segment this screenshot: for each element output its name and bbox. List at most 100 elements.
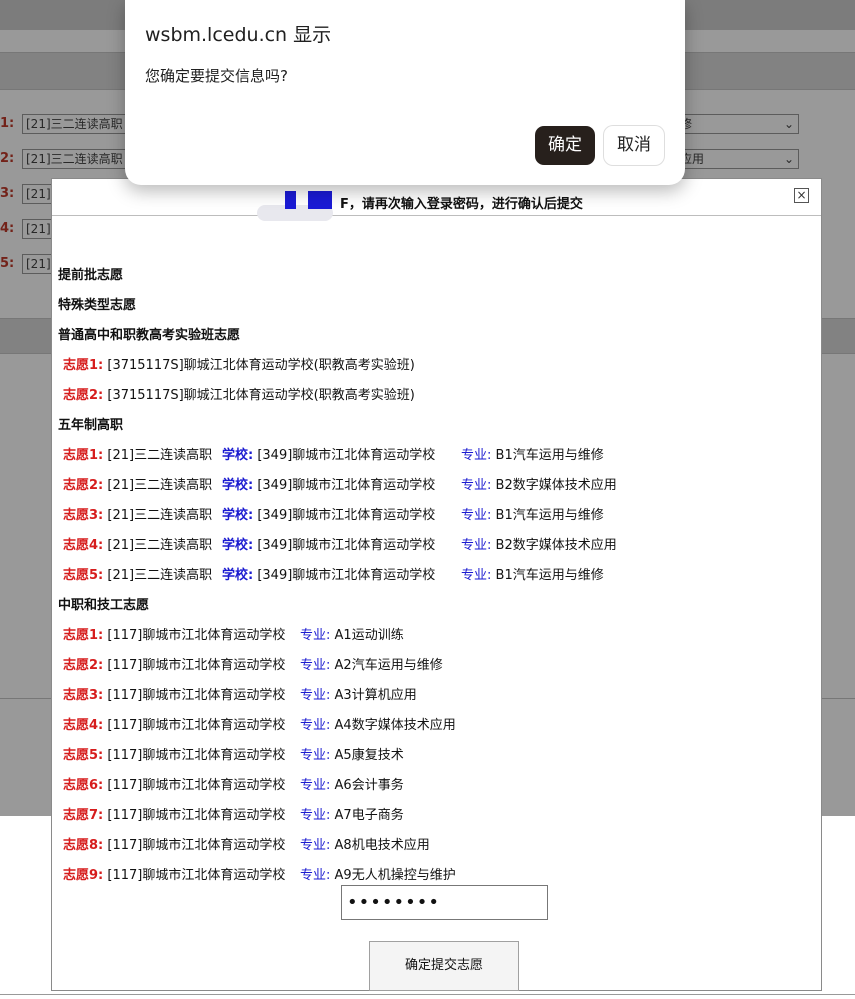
choice-school: [117]聊城市江北体育运动学校 (107, 868, 286, 883)
choice-label: 志愿3: (63, 508, 104, 523)
choice-school: [117]聊城市江北体育运动学校 (107, 688, 286, 703)
choice-label: 志愿5: (63, 568, 104, 583)
list-item: 志愿4: [21]三二连读高职 学校: [349]聊城市江北体育运动学校 专业:… (63, 534, 617, 553)
choice-school: [117]聊城市江北体育运动学校 (107, 628, 286, 643)
submit-choices-button[interactable]: 确定提交志愿 (369, 941, 519, 991)
choice-major: A5康复技术 (334, 748, 404, 763)
choice-major: B1汽车运用与维修 (495, 448, 604, 463)
choice-school: [117]聊城市江北体育运动学校 (107, 718, 286, 733)
choice-label: 志愿2: (63, 388, 104, 403)
choice-major: A3计算机应用 (334, 688, 417, 703)
password-field[interactable]: •••••••• (341, 885, 548, 920)
page-bottom-border (0, 994, 855, 995)
list-item: 志愿3: [21]三二连读高职 学校: [349]聊城市江北体育运动学校 专业:… (63, 504, 604, 523)
choice-school: [349]聊城市江北体育运动学校 (257, 538, 436, 553)
list-item: 志愿3: [117]聊城市江北体育运动学校 专业: A3计算机应用 (63, 684, 417, 703)
section-title-early: 提前批志愿 (58, 268, 124, 283)
choice-school: [117]聊城市江北体育运动学校 (107, 808, 286, 823)
list-item: 志愿2: [117]聊城市江北体育运动学校 专业: A2汽车运用与维修 (63, 654, 443, 673)
choice-major: A4数字媒体技术应用 (334, 718, 456, 733)
confirm-panel: F，请再次输入登录密码，进行确认后提交 × 提前批志愿 特殊类型志愿 普通高中和… (51, 178, 822, 991)
list-item: 志愿1: [117]聊城市江北体育运动学校 专业: A1运动训练 (63, 624, 404, 643)
choice-school: [117]聊城市江北体育运动学校 (107, 748, 286, 763)
panel-title: F，请再次输入登录密码，进行确认后提交 (340, 197, 583, 212)
list-item: 志愿4: [117]聊城市江北体育运动学校 专业: A4数字媒体技术应用 (63, 714, 456, 733)
choice-label: 志愿6: (63, 778, 104, 793)
choice-major: A1运动训练 (334, 628, 404, 643)
school-key: 学校: (222, 478, 254, 493)
choice-major: A6会计事务 (334, 778, 404, 793)
list-item: 志愿2: [3715117S]聊城江北体育运动学校(职教高考实验班) (63, 384, 415, 403)
list-item: 志愿8: [117]聊城市江北体育运动学校 专业: A8机电技术应用 (63, 834, 430, 853)
list-item: 志愿1: [21]三二连读高职 学校: [349]聊城市江北体育运动学校 专业:… (63, 444, 604, 463)
choice-program: [21]三二连读高职 (107, 478, 213, 493)
choice-school: [349]聊城市江北体育运动学校 (257, 478, 436, 493)
major-key: 专业: (300, 688, 331, 703)
major-key: 专业: (300, 808, 331, 823)
major-key: 专业: (300, 868, 331, 883)
choice-major: B2数字媒体技术应用 (495, 538, 617, 553)
choice-major: A9无人机操控与维护 (334, 868, 456, 883)
choice-label: 志愿4: (63, 718, 104, 733)
major-key: 专业: (461, 448, 492, 463)
list-item: 志愿1: [3715117S]聊城江北体育运动学校(职教高考实验班) (63, 354, 415, 373)
major-key: 专业: (461, 538, 492, 553)
redaction-mark (308, 191, 332, 209)
choice-school: [117]聊城市江北体育运动学校 (107, 838, 286, 853)
choice-label: 志愿1: (63, 358, 104, 373)
dialog-origin: wsbm.lcedu.cn 显示 (145, 24, 332, 46)
choice-program: [21]三二连读高职 (107, 568, 213, 583)
cancel-button[interactable]: 取消 (604, 126, 664, 165)
choice-label: 志愿2: (63, 658, 104, 673)
choice-value: [3715117S]聊城江北体育运动学校(职教高考实验班) (107, 388, 415, 403)
confirm-dialog: wsbm.lcedu.cn 显示 您确定要提交信息吗? 确定 取消 (125, 0, 685, 185)
choice-major: B1汽车运用与维修 (495, 508, 604, 523)
choice-value: [3715117S]聊城江北体育运动学校(职教高考实验班) (107, 358, 415, 373)
major-key: 专业: (461, 568, 492, 583)
choice-label: 志愿5: (63, 748, 104, 763)
list-item: 志愿7: [117]聊城市江北体育运动学校 专业: A7电子商务 (63, 804, 404, 823)
choice-program: [21]三二连读高职 (107, 508, 213, 523)
choice-label: 志愿7: (63, 808, 104, 823)
choice-school: [117]聊城市江北体育运动学校 (107, 658, 286, 673)
choice-program: [21]三二连读高职 (107, 448, 213, 463)
choice-label: 志愿4: (63, 538, 104, 553)
choice-school: [349]聊城市江北体育运动学校 (257, 508, 436, 523)
major-key: 专业: (300, 718, 331, 733)
ok-button[interactable]: 确定 (535, 126, 595, 165)
section-title-five-year: 五年制高职 (58, 418, 124, 433)
choice-major: A2汽车运用与维修 (334, 658, 443, 673)
choice-major: B1汽车运用与维修 (495, 568, 604, 583)
choice-label: 志愿1: (63, 448, 104, 463)
choice-major: A8机电技术应用 (334, 838, 430, 853)
list-item: 志愿5: [117]聊城市江北体育运动学校 专业: A5康复技术 (63, 744, 404, 763)
school-key: 学校: (222, 538, 254, 553)
choice-school: [349]聊城市江北体育运动学校 (257, 448, 436, 463)
choice-label: 志愿3: (63, 688, 104, 703)
choice-program: [21]三二连读高职 (107, 538, 213, 553)
school-key: 学校: (222, 568, 254, 583)
choice-school: [117]聊城市江北体育运动学校 (107, 778, 286, 793)
list-item: 志愿5: [21]三二连读高职 学校: [349]聊城市江北体育运动学校 专业:… (63, 564, 604, 583)
major-key: 专业: (300, 748, 331, 763)
choice-label: 志愿9: (63, 868, 104, 883)
list-item: 志愿9: [117]聊城市江北体育运动学校 专业: A9无人机操控与维护 (63, 864, 456, 883)
choice-major: B2数字媒体技术应用 (495, 478, 617, 493)
major-key: 专业: (300, 778, 331, 793)
school-key: 学校: (222, 508, 254, 523)
major-key: 专业: (461, 478, 492, 493)
choice-label: 志愿1: (63, 628, 104, 643)
school-key: 学校: (222, 448, 254, 463)
section-title-special: 特殊类型志愿 (58, 298, 137, 313)
major-key: 专业: (300, 658, 331, 673)
list-item: 志愿2: [21]三二连读高职 学校: [349]聊城市江北体育运动学校 专业:… (63, 474, 617, 493)
choice-major: A7电子商务 (334, 808, 404, 823)
major-key: 专业: (300, 628, 331, 643)
section-title-experimental: 普通高中和职教高考实验班志愿 (58, 328, 241, 343)
close-button[interactable]: × (794, 188, 809, 203)
list-item: 志愿6: [117]聊城市江北体育运动学校 专业: A6会计事务 (63, 774, 404, 793)
choice-label: 志愿2: (63, 478, 104, 493)
major-key: 专业: (300, 838, 331, 853)
choice-label: 志愿8: (63, 838, 104, 853)
major-key: 专业: (461, 508, 492, 523)
